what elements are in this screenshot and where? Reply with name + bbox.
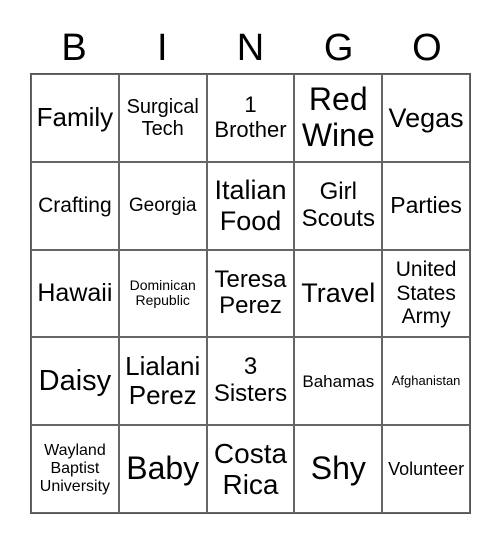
bingo-cell: Lialani Perez (118, 337, 207, 426)
bingo-cell: Dominican Republic (118, 249, 207, 338)
bingo-cell: Family (31, 74, 119, 162)
bingo-cell: Georgia (118, 161, 207, 250)
header-letter-b: B (61, 27, 87, 69)
header-letter-g: G (323, 27, 354, 69)
header-letter-n: N (236, 27, 265, 69)
bingo-cell: Parties (382, 161, 470, 250)
bingo-cell: Volunteer (382, 425, 470, 513)
bingo-cell: Vegas (382, 74, 470, 162)
bingo-cell: Crafting (31, 161, 119, 250)
header-letter-i: I (157, 27, 168, 69)
bingo-cell: Wayland Baptist University (31, 425, 119, 513)
bingo-cell: 3 Sisters (206, 337, 295, 426)
bingo-cell: Teresa Perez (206, 249, 295, 338)
header-letter-o: O (412, 27, 442, 69)
bingo-cell: Afghanistan (382, 337, 470, 426)
bingo-grid: Family Surgical Tech 1 Brother Red Wine Vega… (30, 73, 471, 514)
bingo-cell: Bahamas (294, 337, 383, 426)
bingo-cell: Daisy (31, 337, 119, 426)
bingo-cell: Costa Rica (206, 425, 295, 513)
bingo-cell: Baby (118, 425, 207, 513)
bingo-cell: Hawaii (31, 249, 119, 338)
bingo-cell: Red Wine (294, 74, 383, 162)
bingo-cell: Shy (294, 425, 383, 513)
bingo-header: B I N G O (30, 26, 471, 70)
bingo-cell: United States Army (382, 249, 470, 338)
bingo-cell: Surgical Tech (118, 74, 207, 162)
bingo-cell: Travel (294, 249, 383, 338)
bingo-cell: 1 Brother (206, 74, 295, 162)
bingo-cell: Girl Scouts (294, 161, 383, 250)
bingo-cell: Italian Food (206, 161, 295, 250)
